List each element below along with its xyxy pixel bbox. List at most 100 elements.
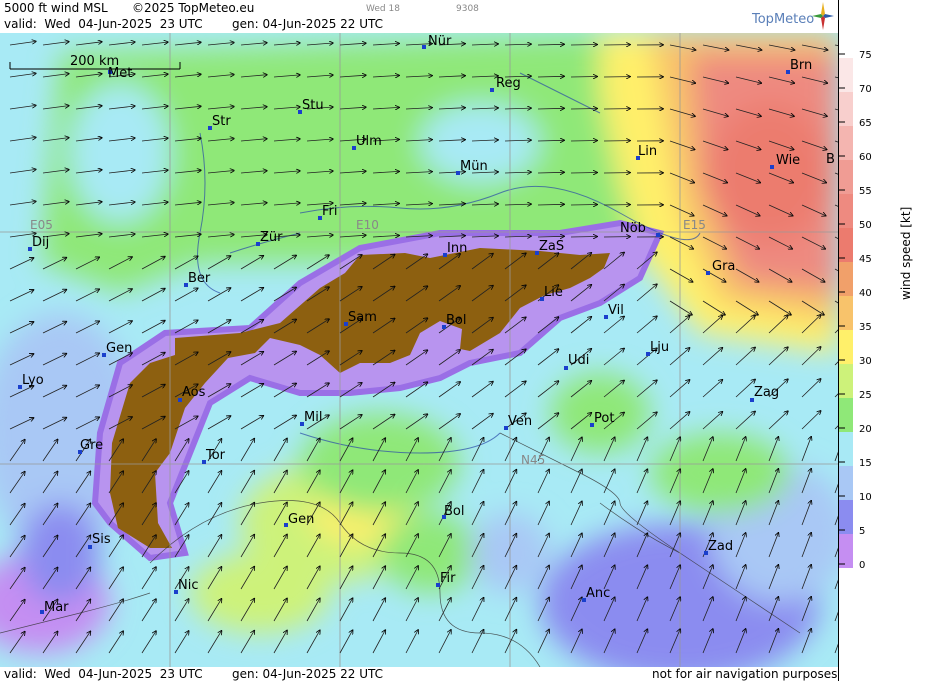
wind-map[interactable]: E05 E10 E15 N45 200 km Nür Reg Brn Met S… [0,33,838,667]
city-ulm[interactable]: Ulm [352,134,382,150]
city-udi[interactable]: Udi [564,353,589,370]
svg-text:Gra: Gra [712,259,735,274]
legend-tick-label: 55 [859,186,872,197]
legend-tick-label: 60 [859,152,872,163]
svg-text:Ulm: Ulm [356,134,382,149]
city-bol-south[interactable]: Bol [442,504,464,519]
legend-swatch [839,466,853,500]
city-sis[interactable]: Sis [88,532,111,549]
wind-arrow [571,109,597,110]
city-zad[interactable]: Zad [704,539,733,555]
legend-tick-label: 35 [859,322,872,333]
svg-text:Ven: Ven [508,414,532,429]
legend-swatch [839,160,853,194]
city-stu[interactable]: Stu [298,98,324,114]
footer-generated-time: gen: 04-Jun-2025 22 UTC [232,667,383,681]
city-mar[interactable]: Mar [40,600,69,615]
city-inn[interactable]: Inn [443,241,467,257]
wind-map-svg: E05 E10 E15 N45 200 km Nür Reg Brn Met S… [0,33,838,667]
svg-text:Nöb: Nöb [620,221,646,236]
svg-text:Dij: Dij [32,235,49,250]
wind-arrow [571,77,597,78]
city-pot[interactable]: Pot [590,411,614,427]
city-dij[interactable]: Dij [28,235,49,251]
svg-text:Mar: Mar [44,600,69,615]
svg-text:Aos: Aos [182,385,206,400]
svg-text:Zad: Zad [708,539,733,554]
city-tor[interactable]: Tor [202,448,226,464]
wind-arrow [571,205,597,206]
svg-text:Brn: Brn [790,58,812,73]
legend-tick-label: 65 [859,118,872,129]
city-mil[interactable]: Mil [300,410,322,426]
svg-text:Lie: Lie [544,285,563,300]
footer-valid-time: valid: Wed 04-Jun-2025 23 UTC [4,667,203,681]
city-gen-geneva[interactable]: Gen [102,341,132,357]
legend-tick-label: 75 [859,50,872,61]
city-bol-north[interactable]: Bol [442,313,466,329]
faint-code: 9308 [456,4,479,14]
svg-text:Pot: Pot [594,411,614,426]
city-zag[interactable]: Zag [750,385,779,402]
legend-swatch [839,228,853,262]
city-lie[interactable]: Lie [540,285,563,301]
wind-arrow [571,141,597,142]
city-brn[interactable]: Brn [786,58,812,74]
city-gen-genoa[interactable]: Gen [284,512,314,527]
city-met[interactable]: Met [108,66,132,81]
legend-swatch [839,432,853,466]
svg-text:Gre: Gre [80,438,103,453]
svg-text:Anc: Anc [586,586,610,601]
legend-color-bar [839,24,853,568]
legend-tick-label: 10 [859,492,872,503]
city-b[interactable]: B [826,152,835,167]
city-nic[interactable]: Nic [174,578,198,594]
city-zur[interactable]: Zür [256,230,283,246]
city-str[interactable]: Str [208,114,231,130]
city-lin[interactable]: Lin [636,144,657,160]
svg-text:Met: Met [108,66,132,81]
compass-star-icon [812,2,834,30]
legend-swatch [839,330,853,364]
svg-text:Stu: Stu [302,98,324,113]
svg-text:Sam: Sam [348,310,377,325]
svg-text:Udi: Udi [568,353,589,368]
svg-text:Ber: Ber [188,271,211,286]
svg-text:B: B [826,152,835,167]
svg-text:Lin: Lin [638,144,657,159]
legend-swatch [839,534,853,568]
city-ven[interactable]: Ven [504,414,532,430]
legend-swatch [839,398,853,432]
svg-text:Vil: Vil [608,303,624,318]
legend-swatch [839,92,853,126]
product-title: 5000 ft wind MSL [4,1,108,15]
svg-text:Bol: Bol [446,313,466,328]
city-lyo[interactable]: Lyo [18,373,44,389]
svg-text:Gen: Gen [288,512,314,527]
svg-text:Nür: Nür [428,34,452,49]
grid-label-e05: E05 [30,218,53,232]
city-aos[interactable]: Aos [178,385,206,402]
legend-tick-label: 20 [859,424,872,435]
legend-tick-label: 70 [859,84,872,95]
wind-speed-legend: 757065605550454035302520151050 wind spee… [838,0,930,681]
city-mun[interactable]: Mün [456,159,488,175]
city-anc[interactable]: Anc [582,586,610,602]
svg-text:Lyo: Lyo [22,373,44,388]
svg-text:Sis: Sis [92,532,111,547]
generated-time: gen: 04-Jun-2025 22 UTC [232,17,383,31]
valid-time: valid: Wed 04-Jun-2025 23 UTC [4,17,203,31]
wind-arrow [571,173,597,174]
city-fir[interactable]: Fir [436,571,456,587]
svg-text:Lju: Lju [650,340,669,355]
legend-tick-label: 50 [859,220,872,231]
city-sam[interactable]: Sam [344,310,377,326]
footer: valid: Wed 04-Jun-2025 23 UTC gen: 04-Ju… [0,667,838,681]
city-gre[interactable]: Gre [78,438,103,454]
city-lju[interactable]: Lju [646,340,669,356]
faint-day: Wed 18 [366,4,400,14]
city-zas[interactable]: ZaS [535,239,564,255]
svg-text:Inn: Inn [447,241,467,256]
legend-tick-label: 25 [859,390,872,401]
city-ber[interactable]: Ber [184,271,211,287]
